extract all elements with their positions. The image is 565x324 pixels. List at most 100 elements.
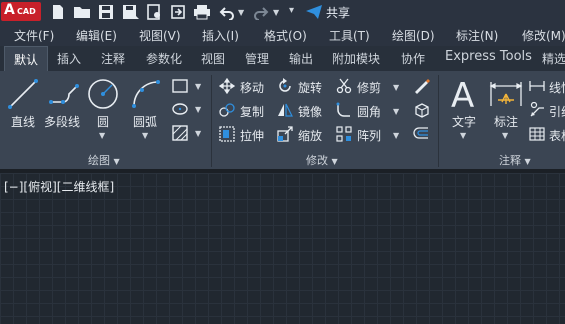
fillet-icon[interactable] bbox=[336, 102, 352, 118]
new-icon[interactable] bbox=[50, 4, 66, 20]
redo-icon[interactable] bbox=[253, 4, 269, 20]
dimension-icon[interactable] bbox=[488, 78, 524, 110]
ellipse-icon[interactable] bbox=[172, 102, 188, 116]
menu-edit[interactable]: 编辑(E) bbox=[76, 27, 117, 44]
draw-expand-icon: ▼ bbox=[113, 157, 120, 166]
mirror-button[interactable]: 镜像 bbox=[298, 103, 322, 120]
polyline-icon[interactable] bbox=[47, 80, 81, 108]
circle-dropdown-icon[interactable]: ▼ bbox=[99, 131, 105, 140]
trim-button[interactable]: 修剪 bbox=[357, 79, 381, 96]
tab-insert[interactable]: 插入 bbox=[57, 50, 81, 67]
tab-annotate[interactable]: 注释 bbox=[101, 50, 125, 67]
modify-expand-icon: ▼ bbox=[331, 157, 338, 166]
tab-default[interactable]: 默认 bbox=[4, 46, 49, 71]
array-dropdown-icon[interactable]: ▼ bbox=[393, 131, 399, 140]
tab-collaborate[interactable]: 协作 bbox=[401, 50, 425, 67]
leader-button[interactable]: 引线 bbox=[549, 103, 565, 120]
hatch-icon[interactable] bbox=[172, 125, 188, 141]
fillet-button[interactable]: 圆角 bbox=[357, 103, 381, 120]
menu-insert[interactable]: 插入(I) bbox=[202, 27, 239, 44]
tab-view[interactable]: 视图 bbox=[201, 50, 225, 67]
offset-icon[interactable] bbox=[412, 125, 430, 143]
undo-icon[interactable] bbox=[219, 4, 235, 20]
export-icon[interactable] bbox=[170, 4, 186, 20]
copy-button[interactable]: 复制 bbox=[240, 103, 264, 120]
quick-access-toolbar: A CAD ▼ ▼ ▾ 共享 bbox=[0, 0, 565, 24]
tab-output[interactable]: 输出 bbox=[289, 50, 313, 67]
circle-button[interactable]: 圆 bbox=[97, 113, 109, 130]
svg-text:A: A bbox=[451, 76, 474, 112]
modify-group-label[interactable]: 修改 ▼ bbox=[306, 152, 338, 168]
modify-group-text: 修改 bbox=[306, 154, 328, 167]
explode-icon[interactable] bbox=[412, 101, 430, 119]
separator-modify bbox=[438, 75, 439, 167]
tab-addins[interactable]: 附加模块 bbox=[332, 50, 380, 67]
erase-icon[interactable] bbox=[412, 77, 430, 95]
circle-icon[interactable] bbox=[86, 77, 120, 111]
mirror-icon[interactable] bbox=[277, 102, 293, 118]
text-dropdown-icon[interactable]: ▼ bbox=[460, 131, 466, 140]
text-button[interactable]: 文字 bbox=[452, 113, 476, 130]
table-button[interactable]: 表格 bbox=[549, 127, 565, 144]
undo-dropdown-icon[interactable]: ▼ bbox=[238, 8, 244, 17]
menu-view[interactable]: 视图(V) bbox=[139, 27, 181, 44]
rectangle-dropdown-icon[interactable]: ▼ bbox=[195, 82, 201, 91]
dimension-dropdown-icon[interactable]: ▼ bbox=[502, 131, 508, 140]
saveas-icon[interactable] bbox=[122, 4, 140, 20]
menu-modify[interactable]: 修改(M) bbox=[522, 27, 565, 44]
tab-manage[interactable]: 管理 bbox=[245, 50, 269, 67]
text-icon[interactable]: A bbox=[448, 76, 480, 112]
line-button[interactable]: 直线 bbox=[11, 113, 35, 130]
share-button[interactable]: 共享 bbox=[306, 2, 350, 22]
fillet-dropdown-icon[interactable]: ▼ bbox=[393, 107, 399, 116]
scale-button[interactable]: 缩放 bbox=[298, 127, 322, 144]
linear-button[interactable]: 线性 bbox=[549, 79, 565, 96]
menu-tools[interactable]: 工具(T) bbox=[329, 27, 370, 44]
share-label: 共享 bbox=[326, 5, 351, 20]
viewport-controls-label[interactable]: [−][俯视][二维线框] bbox=[4, 178, 114, 195]
annotation-group-label[interactable]: 注释 ▼ bbox=[499, 152, 531, 168]
menu-dimension[interactable]: 标注(N) bbox=[456, 27, 498, 44]
menu-draw[interactable]: 绘图(D) bbox=[392, 27, 435, 44]
tab-express-tools[interactable]: Express Tools bbox=[445, 49, 532, 64]
print-icon[interactable] bbox=[193, 4, 211, 20]
trim-dropdown-icon[interactable]: ▼ bbox=[393, 83, 399, 92]
save-icon[interactable] bbox=[98, 4, 114, 20]
plot-preview-icon[interactable] bbox=[146, 4, 162, 20]
polyline-button[interactable]: 多段线 bbox=[44, 113, 80, 130]
draw-group-label[interactable]: 绘图 ▼ bbox=[88, 152, 120, 168]
array-icon[interactable] bbox=[336, 126, 352, 142]
ellipse-dropdown-icon[interactable]: ▼ bbox=[195, 105, 201, 114]
linear-icon[interactable] bbox=[529, 78, 545, 94]
move-button[interactable]: 移动 bbox=[240, 79, 264, 96]
line-icon[interactable] bbox=[7, 78, 39, 110]
app-logo[interactable]: A CAD bbox=[1, 2, 41, 21]
arc-dropdown-icon[interactable]: ▼ bbox=[142, 131, 148, 140]
arc-icon[interactable] bbox=[130, 78, 164, 110]
open-icon[interactable] bbox=[73, 4, 91, 20]
rotate-button[interactable]: 旋转 bbox=[298, 79, 322, 96]
tab-featured[interactable]: 精选 bbox=[542, 50, 565, 67]
menu-format[interactable]: 格式(O) bbox=[264, 27, 307, 44]
customize-icon[interactable]: ▾ bbox=[289, 5, 294, 16]
rectangle-icon[interactable] bbox=[172, 79, 188, 93]
table-icon[interactable] bbox=[529, 126, 545, 142]
scale-icon[interactable] bbox=[277, 126, 293, 142]
copy-icon[interactable] bbox=[219, 102, 235, 118]
array-button[interactable]: 阵列 bbox=[357, 127, 381, 144]
tab-parametric[interactable]: 参数化 bbox=[146, 50, 182, 67]
drawing-canvas[interactable] bbox=[0, 173, 565, 324]
dimension-button[interactable]: 标注 bbox=[494, 113, 518, 130]
rotate-icon[interactable] bbox=[277, 78, 293, 94]
paper-plane-icon bbox=[306, 5, 322, 19]
hatch-dropdown-icon[interactable]: ▼ bbox=[195, 129, 201, 138]
menu-file[interactable]: 文件(F) bbox=[14, 27, 54, 44]
arc-button[interactable]: 圆弧 bbox=[133, 113, 157, 130]
redo-dropdown-icon[interactable]: ▼ bbox=[273, 8, 279, 17]
logo-letter: A bbox=[4, 2, 15, 18]
trim-icon[interactable] bbox=[336, 78, 352, 94]
stretch-button[interactable]: 拉伸 bbox=[240, 127, 264, 144]
leader-icon[interactable] bbox=[529, 102, 545, 118]
move-icon[interactable] bbox=[219, 78, 235, 94]
stretch-icon[interactable] bbox=[219, 126, 235, 142]
